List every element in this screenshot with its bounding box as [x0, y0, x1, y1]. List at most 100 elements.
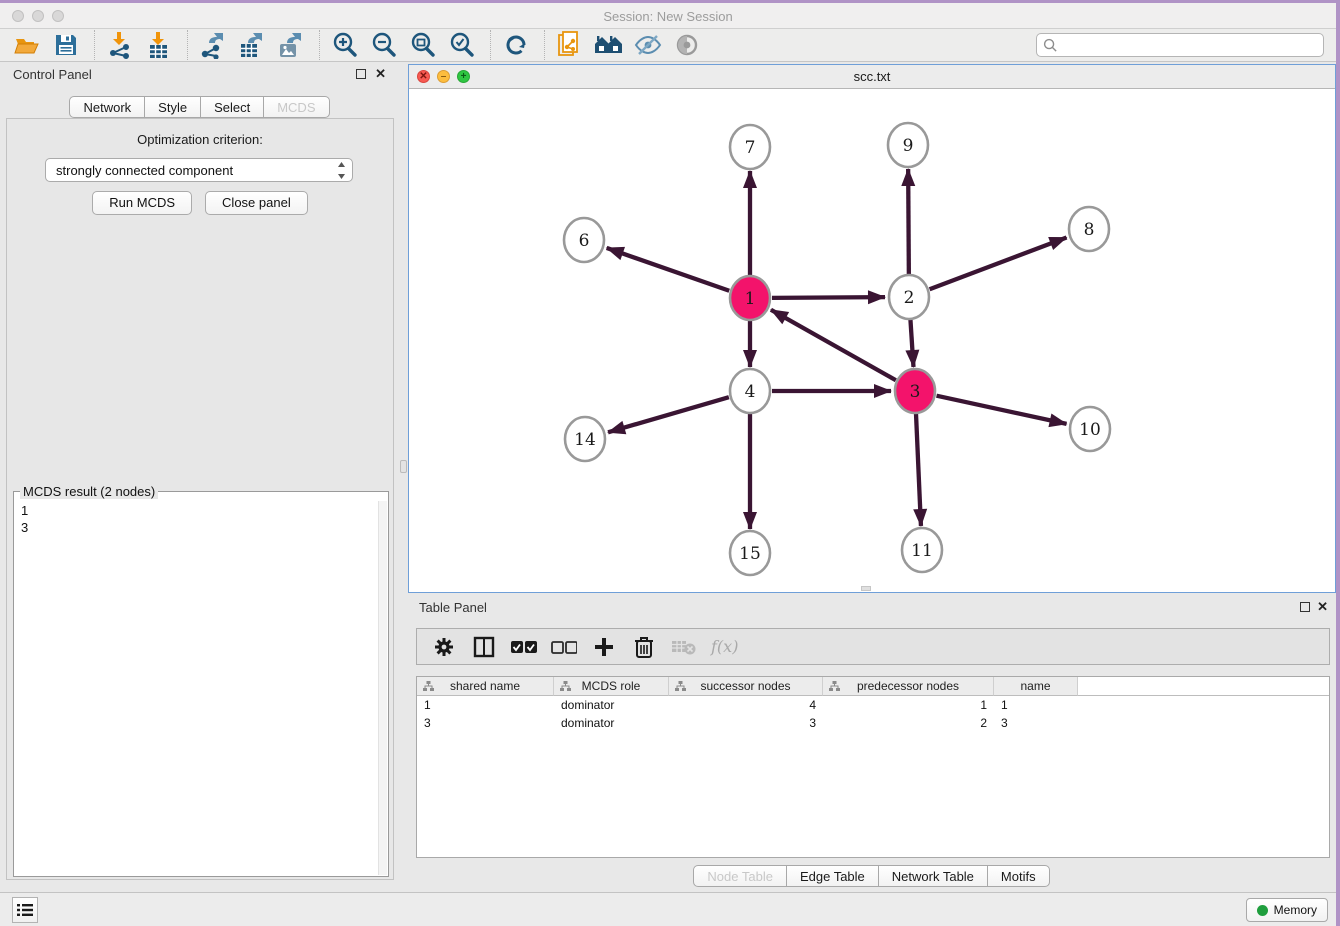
graph-edge-3-11[interactable] — [916, 413, 921, 526]
table-cell[interactable]: 3 — [417, 714, 554, 732]
table-row[interactable]: 1dominator411 — [417, 696, 1329, 714]
network-window-title: scc.txt — [409, 69, 1335, 84]
zoom-fit-icon — [409, 31, 437, 59]
tab-network-table[interactable]: Network Table — [878, 865, 988, 887]
table-cell[interactable]: 3 — [994, 714, 1078, 732]
tab-style[interactable]: Style — [144, 96, 201, 118]
mcds-result-scrollbar[interactable] — [378, 501, 387, 875]
network-from-selection-button[interactable] — [555, 31, 585, 59]
delete-table-button[interactable] — [671, 634, 697, 660]
import-network-button[interactable] — [105, 31, 135, 59]
open-session-button[interactable] — [12, 31, 42, 59]
graph-edge-3-10[interactable] — [936, 396, 1066, 424]
zoom-in-button[interactable] — [330, 31, 360, 59]
column-header-mcds-role[interactable]: MCDS role — [554, 677, 669, 696]
zoom-out-button[interactable] — [369, 31, 399, 59]
table-cell[interactable]: 1 — [994, 696, 1078, 714]
tab-mcds[interactable]: MCDS — [263, 96, 329, 118]
zoom-selected-button[interactable] — [447, 31, 477, 59]
graph-node-4[interactable]: 4 — [730, 369, 770, 413]
export-network-button[interactable] — [198, 31, 228, 59]
node-table-header: shared nameMCDS rolesuccessor nodesprede… — [417, 677, 1329, 696]
search-box[interactable] — [1036, 33, 1324, 57]
graph-edge-2-8[interactable] — [930, 237, 1067, 289]
export-image-button[interactable] — [276, 31, 306, 59]
show-column-button[interactable] — [471, 634, 497, 660]
table-settings-button[interactable] — [431, 634, 457, 660]
column-header-shared-name[interactable]: shared name — [417, 677, 554, 696]
app-titlebar: Session: New Session — [0, 3, 1336, 29]
save-session-button[interactable] — [51, 31, 81, 59]
close-panel-icon[interactable]: ✕ — [1317, 599, 1328, 615]
graph-node-15[interactable]: 15 — [730, 531, 770, 575]
tab-network[interactable]: Network — [69, 96, 145, 118]
graph-node-7[interactable]: 7 — [730, 125, 770, 169]
table-cell[interactable]: 3 — [669, 714, 823, 732]
graph-edge-2-9[interactable] — [908, 169, 909, 275]
tab-edge-table[interactable]: Edge Table — [786, 865, 879, 887]
graph-edge-3-1[interactable] — [771, 310, 896, 380]
graph-node-10[interactable]: 10 — [1070, 407, 1110, 451]
run-mcds-button[interactable]: Run MCDS — [92, 191, 192, 215]
delete-column-button[interactable] — [631, 634, 657, 660]
table-cell[interactable]: 4 — [669, 696, 823, 714]
refresh-icon — [503, 32, 529, 58]
node-table-rows: 1dominator4113dominator323 — [417, 696, 1329, 732]
vertical-splitter[interactable] — [400, 62, 408, 892]
control-panel-title: Control Panel — [13, 67, 92, 82]
graph-edge-2-3[interactable] — [910, 319, 913, 367]
tab-motifs[interactable]: Motifs — [987, 865, 1050, 887]
graph-node-9[interactable]: 9 — [888, 123, 928, 167]
show-all-button[interactable] — [672, 31, 702, 59]
first-neighbors-button[interactable] — [594, 31, 624, 59]
node-table[interactable]: shared nameMCDS rolesuccessor nodesprede… — [416, 676, 1330, 858]
table-row[interactable]: 3dominator323 — [417, 714, 1329, 732]
tab-select[interactable]: Select — [200, 96, 264, 118]
mcds-result-text[interactable]: 13 — [14, 494, 378, 876]
search-input[interactable] — [1058, 35, 1323, 55]
column-header-name[interactable]: name — [994, 677, 1078, 696]
create-column-button[interactable] — [591, 634, 617, 660]
graph-node-14[interactable]: 14 — [565, 417, 605, 461]
table-cell[interactable]: 1 — [823, 696, 994, 714]
table-cell[interactable]: 2 — [823, 714, 994, 732]
close-panel-icon[interactable]: ✕ — [375, 66, 386, 82]
unselect-all-columns-button[interactable] — [551, 634, 577, 660]
graph-node-3[interactable]: 3 — [895, 369, 935, 413]
graph-edge-4-14[interactable] — [608, 397, 729, 432]
memory-button[interactable]: Memory — [1246, 898, 1328, 922]
splitter-grip[interactable] — [400, 460, 407, 473]
table-cell[interactable]: dominator — [554, 714, 669, 732]
select-all-columns-button[interactable] — [511, 634, 537, 660]
zoom-fit-button[interactable] — [408, 31, 438, 59]
mcds-result-line: 3 — [21, 519, 378, 536]
network-window-grip[interactable] — [861, 586, 871, 591]
graph-node-2[interactable]: 2 — [889, 275, 929, 319]
task-history-button[interactable] — [12, 897, 38, 923]
checked-boxes-icon — [511, 640, 537, 654]
column-header-successor-nodes[interactable]: successor nodes — [669, 677, 823, 696]
apply-layout-button[interactable] — [501, 31, 531, 59]
toolbar-separator — [319, 30, 320, 60]
import-table-button[interactable] — [144, 31, 174, 59]
network-graph: 7 9 6 8 1 2 4 3 14 10 15 11 — [409, 89, 1335, 592]
tab-node-table[interactable]: Node Table — [693, 865, 787, 887]
table-cell[interactable]: dominator — [554, 696, 669, 714]
function-builder-button[interactable]: f(x) — [711, 634, 738, 660]
hide-selected-button[interactable] — [633, 31, 663, 59]
column-header-predecessor-nodes[interactable]: predecessor nodes — [823, 677, 994, 696]
graph-node-11[interactable]: 11 — [902, 528, 942, 572]
close-panel-button[interactable]: Close panel — [205, 191, 308, 215]
float-panel-icon[interactable] — [1300, 602, 1310, 612]
unchecked-boxes-icon — [551, 640, 577, 654]
graph-edge-1-2[interactable] — [772, 297, 885, 298]
graph-node-6[interactable]: 6 — [564, 218, 604, 262]
graph-node-1[interactable]: 1 — [730, 276, 770, 320]
graph-edge-1-6[interactable] — [607, 248, 730, 291]
criterion-dropdown[interactable]: strongly connected component — [45, 158, 353, 182]
graph-node-8[interactable]: 8 — [1069, 207, 1109, 251]
table-cell[interactable]: 1 — [417, 696, 554, 714]
float-panel-icon[interactable] — [356, 69, 366, 79]
network-canvas[interactable]: 7 9 6 8 1 2 4 3 14 10 15 11 — [409, 89, 1335, 592]
export-table-button[interactable] — [237, 31, 267, 59]
